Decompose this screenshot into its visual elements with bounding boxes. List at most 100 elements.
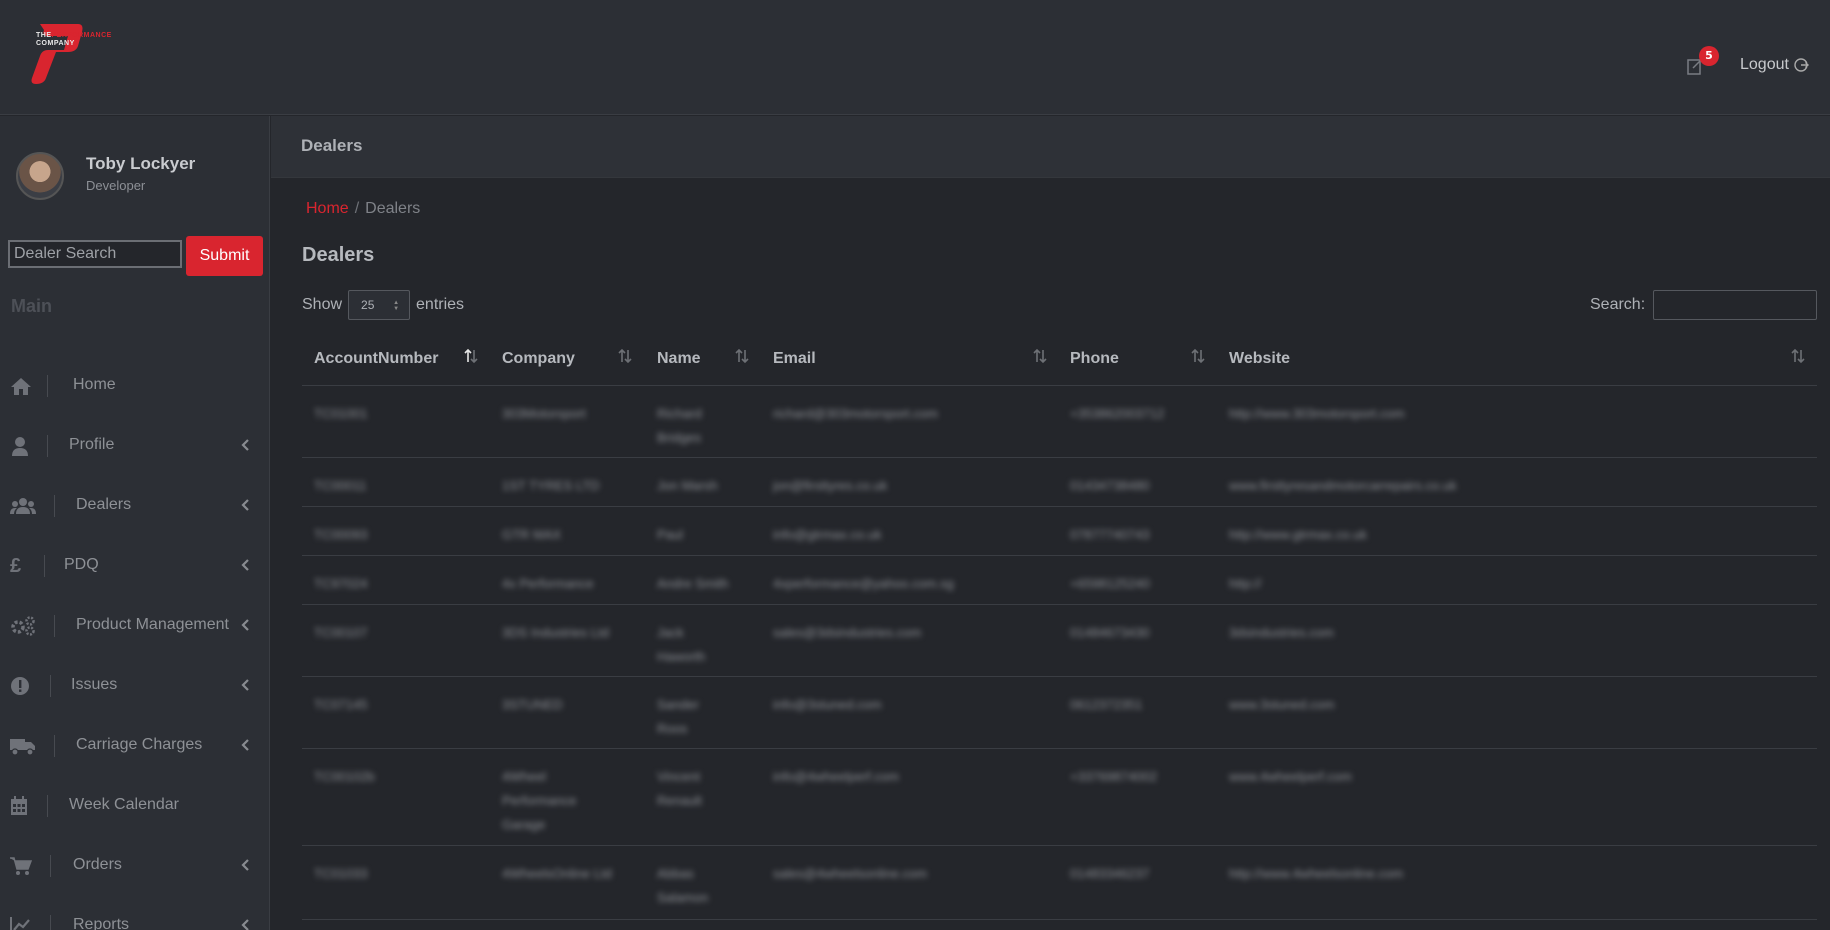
sidebar-item-home[interactable]: Home — [0, 366, 270, 406]
nav-separator — [47, 435, 48, 457]
column-header-email[interactable]: Email — [773, 350, 816, 368]
sort-icon[interactable] — [617, 348, 633, 364]
chart-icon — [10, 917, 30, 930]
avatar[interactable] — [16, 152, 64, 200]
user-role: Developer — [86, 178, 146, 193]
cell-company: 1ST TYRES LTD — [502, 478, 600, 493]
logout-button[interactable]: Logout — [1740, 56, 1809, 74]
cell-email: info@gtrmax.co.uk — [773, 527, 882, 542]
page-size-control: Show 25 ▲ ▼ entries — [302, 290, 464, 320]
cell-website: http://www.303motorsport.com — [1229, 406, 1405, 421]
column-header-accountnumber[interactable]: AccountNumber — [314, 350, 438, 368]
sidebar-item-issues[interactable]: Issues — [0, 666, 270, 706]
cell-account-number: TC00011 — [314, 478, 367, 493]
table-row[interactable]: TC00107 3DS Industries Ltd Jack Haworth … — [302, 605, 1817, 677]
chevron-left-icon — [241, 619, 249, 631]
entries-label: entries — [416, 296, 465, 313]
search-label: Search: — [1590, 296, 1646, 313]
sort-icon[interactable] — [1190, 348, 1206, 364]
cell-website: www.4wheelperf.com — [1229, 769, 1352, 784]
cell-company: 4Wheel Performance Garage — [502, 769, 577, 832]
cell-website: 3dsindustries.com — [1229, 625, 1334, 640]
cell-email: info@3stuned.com — [773, 697, 882, 712]
user-icon — [12, 437, 28, 456]
cell-phone: +6598125240 — [1070, 576, 1150, 591]
sidebar-item-label: Home — [73, 376, 116, 393]
column-header-company[interactable]: Company — [502, 350, 575, 368]
cell-company: 3STUNED — [502, 697, 563, 712]
sidebar-item-dealers[interactable]: Dealers — [0, 486, 270, 526]
sidebar-item-profile[interactable]: Profile — [0, 426, 270, 466]
column-header-website[interactable]: Website — [1229, 350, 1290, 368]
breadcrumb: Home / Dealers — [306, 200, 420, 218]
page-header: Dealers — [271, 116, 1830, 178]
breadcrumb-separator: / — [354, 200, 360, 217]
cell-phone: 01434738480 — [1070, 478, 1150, 493]
cell-account-number: TC00107 — [314, 625, 368, 640]
cell-account-number: TC00102b — [314, 769, 375, 784]
cell-email: richard@303motorsport.com — [773, 406, 938, 421]
nav-separator — [50, 675, 51, 697]
cell-email: info@4wheelperf.com — [773, 769, 899, 784]
table-row[interactable]: TC00102b 4Wheel Performance Garage Vince… — [302, 749, 1817, 846]
cell-name: Richard Bridges — [657, 406, 702, 445]
table-row[interactable]: TC01033 4WheelsOnline Ltd Abbas Salamon … — [302, 846, 1817, 920]
top-bar: THEPERFORMANCE COMPANY 5 Logout — [0, 0, 1830, 115]
sort-icon[interactable] — [1032, 348, 1048, 364]
nav-separator — [50, 915, 51, 930]
sort-asc-icon[interactable] — [463, 348, 479, 364]
cell-phone: 07877740743 — [1070, 527, 1150, 542]
column-header-name[interactable]: Name — [657, 350, 701, 368]
sort-icon[interactable] — [734, 348, 750, 364]
table-row[interactable]: TC07145 3STUNED Sander Roos info@3stuned… — [302, 677, 1817, 749]
show-label: Show — [302, 296, 343, 313]
sidebar-item-label: Dealers — [76, 496, 132, 513]
page-size-value: 25 — [361, 298, 375, 312]
cell-name: Abbas Salamon — [657, 866, 709, 905]
cell-name: Sander Roos — [657, 697, 699, 736]
table-search-input[interactable] — [1653, 290, 1818, 320]
logo-wordmark: THEPERFORMANCE COMPANY — [36, 32, 112, 47]
cart-icon — [10, 857, 32, 875]
users-icon — [10, 498, 36, 514]
cell-email: 4xperformance@yahoo.com.sg — [773, 576, 954, 591]
column-header-phone[interactable]: Phone — [1070, 350, 1119, 368]
dealer-search-submit-button[interactable]: Submit — [186, 236, 263, 276]
sort-icon[interactable] — [1790, 348, 1806, 364]
table-header: AccountNumber Company Name Email Phone W… — [302, 340, 1817, 386]
cell-company: 4WheelsOnline Ltd — [502, 866, 612, 881]
sidebar-item-label: Issues — [71, 676, 118, 693]
home-icon — [11, 378, 31, 395]
cell-email: jon@firsttyres.co.uk — [773, 478, 888, 493]
sidebar-item-pdq[interactable]: £ PDQ — [0, 546, 270, 586]
nav-separator — [44, 555, 45, 577]
sidebar-item-product-management[interactable]: Product Management — [0, 606, 270, 646]
select-arrows-icon: ▲ ▼ — [393, 300, 400, 312]
page-size-select[interactable]: 25 ▲ ▼ — [348, 290, 411, 320]
sidebar-item-label: PDQ — [64, 556, 99, 573]
cell-phone: 01483346237 — [1070, 866, 1150, 881]
breadcrumb-home-link[interactable]: Home — [306, 200, 349, 217]
user-name: Toby Lockyer — [86, 154, 196, 173]
dealer-search-input[interactable] — [8, 240, 182, 268]
cell-company: 3DS Industries Ltd — [502, 625, 609, 640]
logout-icon — [1794, 58, 1809, 72]
table-row[interactable]: TC00011 1ST TYRES LTD Jon Marsh jon@firs… — [302, 458, 1817, 507]
nav-separator — [54, 735, 55, 757]
sidebar-item-week-calendar[interactable]: Week Calendar — [0, 786, 270, 826]
table-row[interactable]: TC00093 GTR MAX Paul info@gtrmax.co.uk 0… — [302, 507, 1817, 556]
page-title: Dealers — [302, 244, 375, 266]
cell-website: http://www.4wheelsonline.com — [1229, 866, 1404, 881]
table-row[interactable]: TC01001 303Motorsport Richard Bridges ri… — [302, 386, 1817, 458]
sidebar-item-orders[interactable]: Orders — [0, 846, 270, 886]
sidebar-item-reports[interactable]: Reports — [0, 906, 270, 930]
cell-website: http:// — [1229, 576, 1262, 591]
cell-website: www.3stuned.com — [1229, 697, 1335, 712]
pound-icon: £ — [10, 555, 22, 577]
cell-phone: 0612372351 — [1070, 697, 1143, 712]
sidebar-item-carriage-charges[interactable]: Carriage Charges — [0, 726, 270, 766]
cell-account-number: TC07145 — [314, 697, 368, 712]
cell-company: GTR MAX — [502, 527, 562, 542]
cell-account-number: TC00093 — [314, 527, 368, 542]
table-row[interactable]: TC97024 4x Performance Andre Smith 4xper… — [302, 556, 1817, 605]
